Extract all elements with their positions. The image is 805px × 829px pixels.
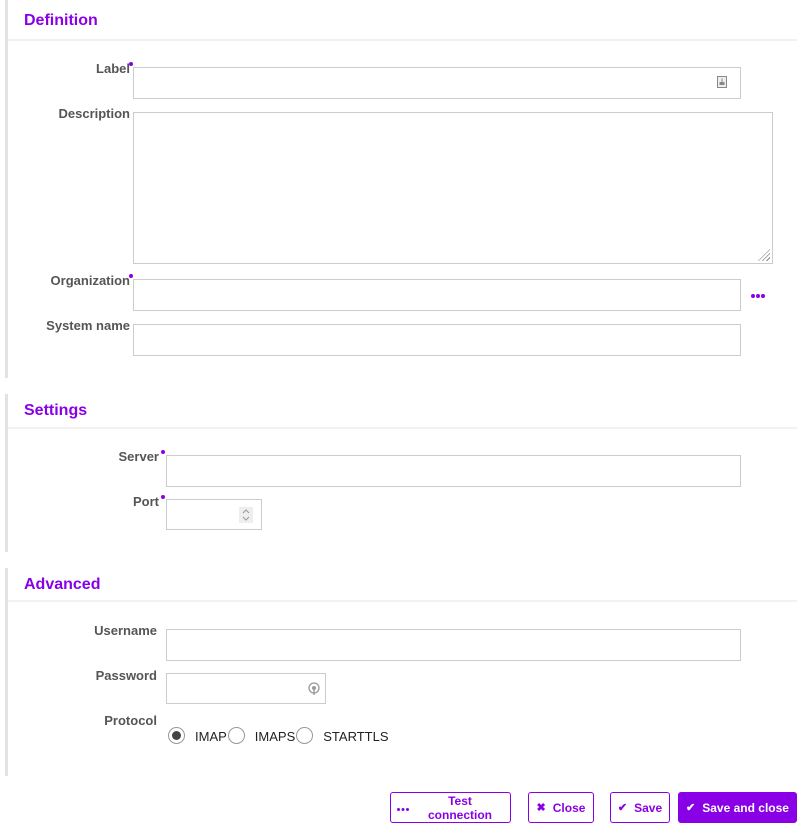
radio-label[interactable]: IMAP [195,729,227,744]
check-icon: ✔ [617,802,628,814]
radio-button[interactable] [296,727,314,744]
section-divider [8,600,797,602]
button-label: Save and close [702,800,789,815]
description-input[interactable] [133,112,773,264]
label-text-input[interactable] [134,68,740,98]
x-icon: ✖ [536,802,546,814]
button-label: Save [634,800,663,815]
ellipsis-icon [397,802,409,814]
advanced-section: Advanced Username Password Protocol IMAP… [5,568,797,776]
protocol-option-imap[interactable]: IMAP [168,723,227,744]
button-label: Close [552,800,586,815]
protocol-radio-group: IMAP IMAPS STARTTLS [168,723,389,744]
section-title-definition: Definition [24,12,98,29]
protocol-field-label: Protocol [104,713,157,728]
spinner-icon[interactable] [239,507,253,523]
close-button[interactable]: ✖ Close [528,792,594,823]
radio-button[interactable] [227,727,245,744]
password-text-input[interactable] [167,674,325,703]
ellipsis-icon [751,294,765,298]
radio-label[interactable]: STARTTLS [323,729,388,744]
button-label: Test connection [427,793,492,822]
save-and-close-button[interactable]: ✔ Save and close [678,792,797,823]
server-input[interactable] [166,455,741,487]
port-field-label: Port [133,494,159,509]
required-indicator [161,495,165,499]
check-icon: ✔ [686,802,696,814]
password-input[interactable] [166,673,326,704]
description-textarea[interactable] [134,113,772,263]
username-input[interactable] [166,629,741,661]
settings-section: Settings Server Port [5,394,797,552]
label-field-label: Label [96,61,130,76]
organization-picker-button[interactable] [751,285,765,301]
section-title-advanced: Advanced [24,576,101,593]
radio-label[interactable]: IMAPS [255,729,295,744]
organization-input[interactable] [133,279,741,311]
system-name-text-input[interactable] [134,325,740,355]
port-input[interactable] [166,499,262,530]
section-title-settings: Settings [24,402,88,419]
section-divider [8,427,797,429]
password-field-label: Password [95,668,157,683]
system-name-input[interactable] [133,324,741,356]
save-button[interactable]: ✔ Save [610,792,670,823]
system-name-field-label: System name [46,318,130,333]
required-indicator [161,450,165,454]
organization-text-input[interactable] [134,280,740,310]
label-input[interactable] [133,67,741,99]
section-divider [8,39,797,41]
password-reveal-icon[interactable] [308,682,320,699]
protocol-option-starttls[interactable]: STARTTLS [295,723,389,744]
protocol-option-imaps[interactable]: IMAPS [227,723,295,744]
username-text-input[interactable] [167,630,740,660]
server-field-label: Server [118,449,159,464]
required-indicator [129,274,133,278]
definition-section: Definition Label Description Organizatio… [5,0,797,378]
radio-button[interactable] [168,727,185,744]
description-field-label: Description [58,106,130,121]
translation-icon[interactable] [717,76,727,91]
username-field-label: Username [94,623,157,638]
server-text-input[interactable] [167,456,740,486]
organization-field-label: Organization [50,273,130,288]
test-connection-button[interactable]: Test connection [390,792,511,823]
required-indicator [129,62,133,66]
